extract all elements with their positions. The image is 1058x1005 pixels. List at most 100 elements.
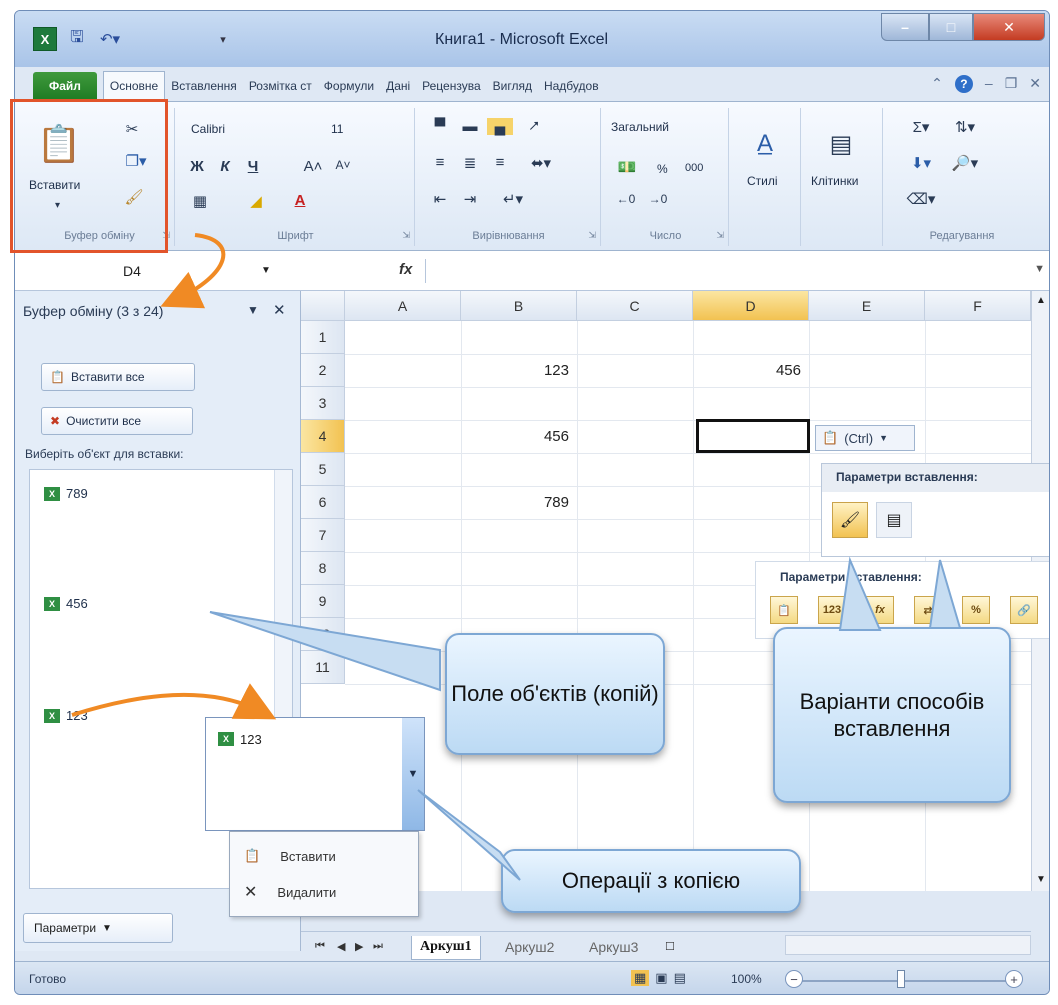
- first-sheet-icon[interactable]: ⏮: [315, 940, 325, 953]
- column-header-selected[interactable]: D: [693, 291, 809, 321]
- underline-icon[interactable]: Ч: [243, 158, 263, 175]
- tab-page-layout[interactable]: Розмітка ст: [243, 72, 318, 101]
- name-box-dropdown-icon[interactable]: ▼: [261, 265, 271, 276]
- tab-addins[interactable]: Надбудов: [538, 72, 605, 101]
- zoom-out-icon[interactable]: −: [785, 970, 803, 988]
- tab-view[interactable]: Вигляд: [487, 72, 538, 101]
- alignment-launcher-icon[interactable]: ⇲: [588, 230, 596, 241]
- align-top-icon[interactable]: ▀: [427, 118, 453, 135]
- doc-close-icon[interactable]: ✕: [1029, 75, 1041, 93]
- qat-customize-icon[interactable]: ▾: [215, 27, 231, 51]
- clipboard-item[interactable]: X 456: [44, 596, 88, 611]
- column-header[interactable]: E: [809, 291, 925, 321]
- scroll-up-icon[interactable]: ▲: [1036, 295, 1046, 306]
- percent-style-button[interactable]: %: [657, 162, 668, 176]
- sheet-tab-3[interactable]: Аркуш3: [581, 936, 646, 960]
- tab-insert[interactable]: Вставлення: [165, 72, 243, 101]
- zoom-slider-thumb[interactable]: [897, 970, 905, 988]
- cells-button-label[interactable]: Клітинки: [811, 174, 858, 188]
- paste-values-icon[interactable]: 123: [818, 596, 846, 624]
- tab-review[interactable]: Рецензува: [416, 72, 486, 101]
- scroll-down-icon[interactable]: ▼: [1036, 874, 1046, 885]
- row-header[interactable]: 2: [301, 354, 345, 387]
- horizontal-scrollbar[interactable]: [785, 935, 1031, 955]
- row-header[interactable]: 11: [301, 651, 345, 684]
- styles-icon[interactable]: A̲: [745, 124, 785, 164]
- column-header[interactable]: B: [461, 291, 577, 321]
- align-center-icon[interactable]: ≣: [457, 154, 483, 172]
- cell-d2[interactable]: 456: [693, 362, 801, 379]
- number-launcher-icon[interactable]: ⇲: [716, 230, 724, 241]
- options-button[interactable]: Параметри ▼: [23, 913, 173, 943]
- doc-restore-icon[interactable]: ❐: [1005, 75, 1018, 93]
- cell-b2[interactable]: 123: [461, 362, 569, 379]
- column-header[interactable]: A: [345, 291, 461, 321]
- column-header[interactable]: F: [925, 291, 1031, 321]
- decrease-indent-icon[interactable]: ⇤: [427, 190, 453, 208]
- paste-options-tag[interactable]: 📋 (Ctrl) ▼: [815, 425, 915, 451]
- menu-item-paste[interactable]: 📋 Вставити: [244, 848, 336, 864]
- row-header[interactable]: 3: [301, 387, 345, 420]
- align-middle-icon[interactable]: ▬: [457, 118, 483, 135]
- clipboard-item[interactable]: X 123: [44, 708, 88, 723]
- excel-app-icon[interactable]: X: [33, 27, 57, 51]
- font-name-select[interactable]: Calibri: [187, 120, 307, 142]
- item-dropdown-arrow-icon[interactable]: ▼: [402, 718, 424, 830]
- insert-function-icon[interactable]: fx: [399, 261, 412, 278]
- prev-sheet-icon[interactable]: ◀: [337, 940, 345, 953]
- row-header[interactable]: 6: [301, 486, 345, 519]
- number-format-select[interactable]: Загальний: [611, 120, 721, 142]
- formula-input[interactable]: [425, 259, 1031, 283]
- row-header[interactable]: 7: [301, 519, 345, 552]
- row-header[interactable]: 9: [301, 585, 345, 618]
- clipboard-item-popup[interactable]: X 123 ▼: [205, 717, 425, 831]
- maximize-button[interactable]: □: [929, 13, 973, 41]
- tab-data[interactable]: Дані: [380, 72, 416, 101]
- clear-all-button[interactable]: ✖ Очистити все: [41, 407, 193, 435]
- next-sheet-icon[interactable]: ▶: [355, 940, 363, 953]
- expand-formula-bar-icon[interactable]: ▼: [1034, 263, 1045, 275]
- paste-formulas-icon[interactable]: fx: [866, 596, 894, 624]
- tab-file[interactable]: Файл: [33, 72, 97, 101]
- page-layout-view-icon[interactable]: ▣: [655, 970, 667, 986]
- paste-all-button[interactable]: 📋 Вставити все: [41, 363, 195, 391]
- row-header[interactable]: 8: [301, 552, 345, 585]
- orientation-icon[interactable]: ⭧: [521, 118, 547, 135]
- comma-style-button[interactable]: 000: [685, 162, 703, 174]
- cell-b6[interactable]: 789: [461, 494, 569, 511]
- cell-b4[interactable]: 456: [461, 428, 569, 445]
- menu-item-delete[interactable]: ✕ Видалити: [244, 882, 336, 902]
- fill-color-icon[interactable]: ◢: [243, 192, 269, 210]
- paste-match-destination-icon[interactable]: ▤: [876, 502, 912, 538]
- merge-center-icon[interactable]: ⬌▾: [521, 154, 561, 172]
- clear-icon[interactable]: ⌫▾: [901, 190, 941, 208]
- decrease-decimal-icon[interactable]: →0: [643, 192, 673, 206]
- paste-transpose-icon[interactable]: ⇄: [914, 596, 942, 624]
- paste-default-icon[interactable]: 🖌: [832, 502, 868, 538]
- minimize-ribbon-icon[interactable]: ⌃: [931, 75, 943, 93]
- accounting-format-icon[interactable]: 💵: [611, 158, 643, 176]
- cells-icon[interactable]: ▤: [821, 124, 861, 164]
- zoom-in-icon[interactable]: +: [1005, 970, 1023, 988]
- row-header-selected[interactable]: 4: [301, 420, 345, 453]
- increase-indent-icon[interactable]: ⇥: [457, 190, 483, 208]
- wrap-text-icon[interactable]: ↵▾: [493, 190, 533, 208]
- zoom-level[interactable]: 100%: [731, 972, 762, 986]
- italic-icon[interactable]: К: [215, 158, 235, 175]
- bold-icon[interactable]: Ж: [187, 158, 207, 175]
- name-box[interactable]: D4: [31, 259, 281, 283]
- find-select-icon[interactable]: 🔎▾: [945, 154, 985, 172]
- last-sheet-icon[interactable]: ⏭: [373, 940, 383, 953]
- paste-link-icon[interactable]: 🔗: [1010, 596, 1038, 624]
- pane-close-icon[interactable]: ✕: [273, 301, 286, 319]
- paste-formatting-icon[interactable]: %: [962, 596, 990, 624]
- styles-button-label[interactable]: Стилі: [747, 174, 778, 188]
- align-left-icon[interactable]: ≡: [427, 154, 453, 171]
- borders-icon[interactable]: ▦: [187, 192, 213, 210]
- align-right-icon[interactable]: ≡: [487, 154, 513, 171]
- page-break-view-icon[interactable]: ▤: [674, 970, 686, 986]
- minimize-button[interactable]: –: [881, 13, 929, 41]
- insert-sheet-icon[interactable]: ☐: [665, 940, 675, 953]
- decrease-font-icon[interactable]: A˅: [331, 158, 355, 172]
- autosum-icon[interactable]: Σ▾: [901, 118, 941, 136]
